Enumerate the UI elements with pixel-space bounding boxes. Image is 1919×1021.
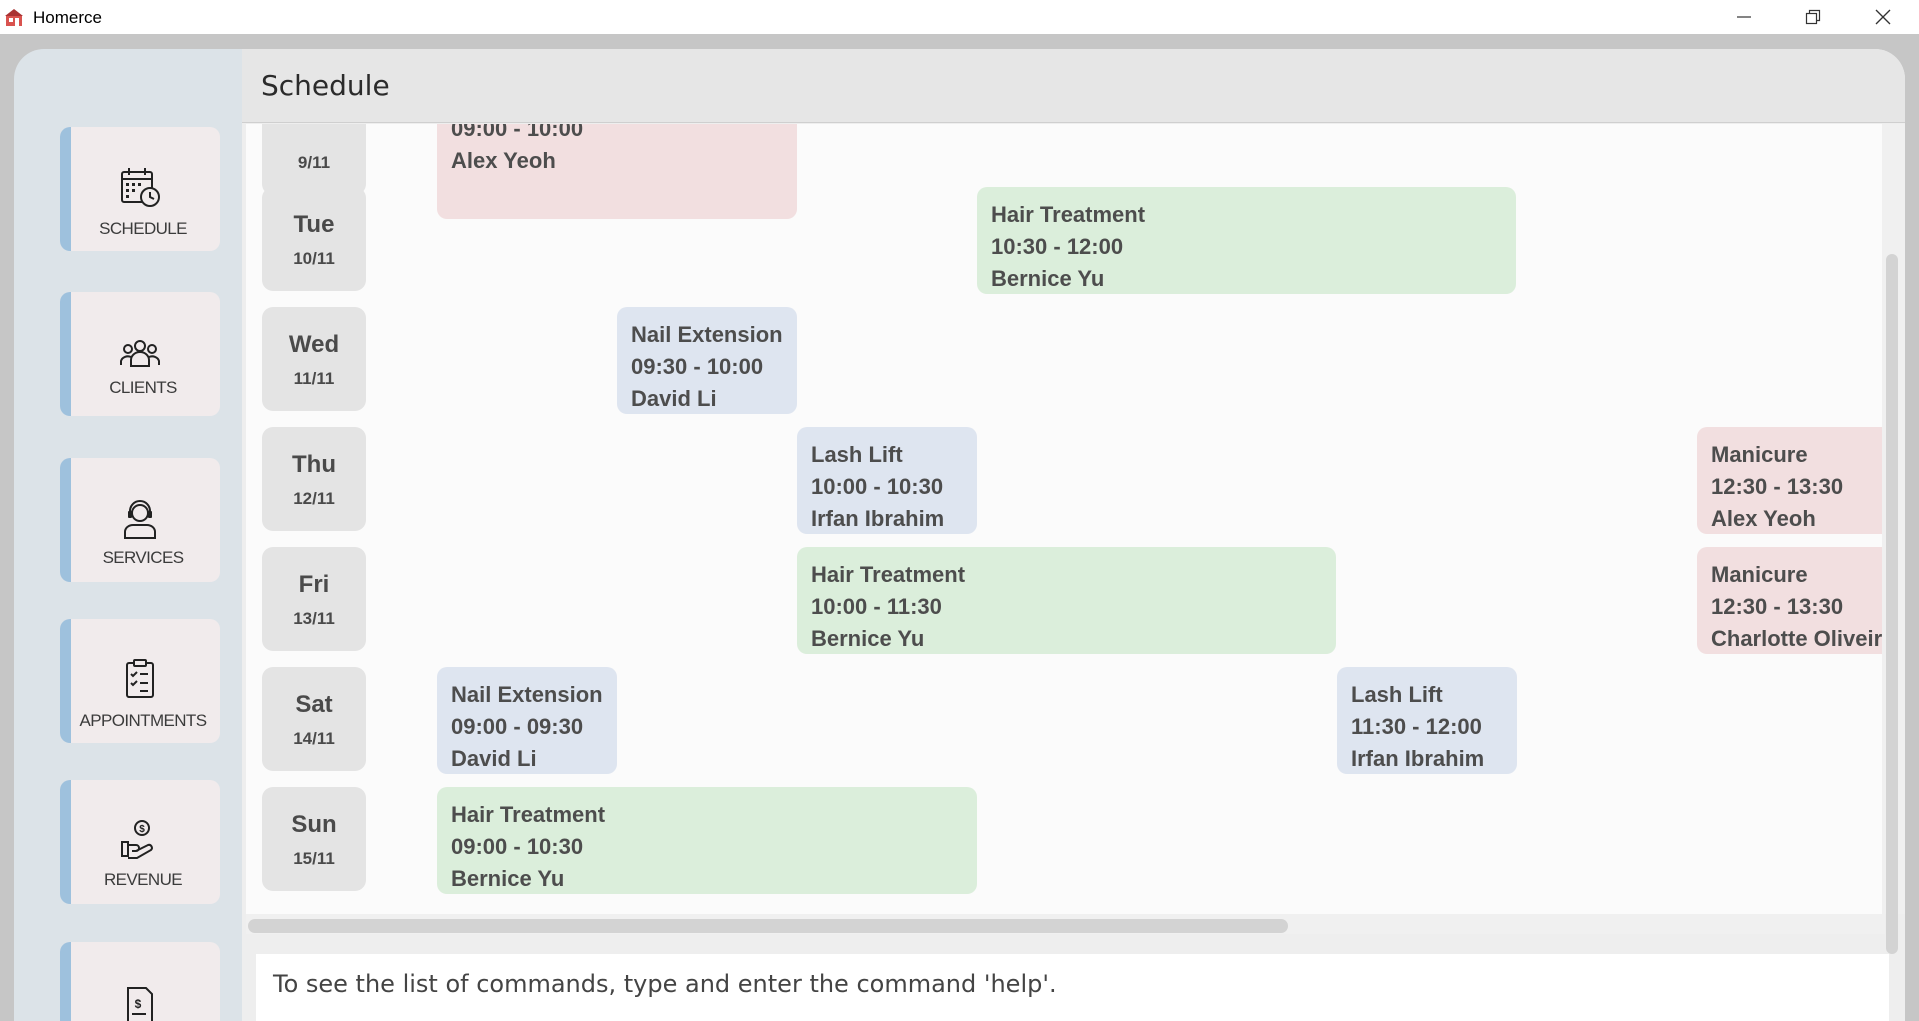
appointment-client: Bernice Yu [451, 866, 565, 891]
appointment-client: Alex Yeoh [1711, 506, 1816, 531]
schedule-grid[interactable]: 9/11 Tue 10/11 Wed 11/11 Thu 12/11 Fri 1… [246, 124, 1885, 914]
appointment-time: 09:00 - 09:30 [451, 714, 584, 739]
close-button[interactable] [1849, 0, 1917, 34]
close-icon [1875, 9, 1891, 25]
main-panel: Schedule 9/11 Tue 10/11 Wed 11/11 Thu 12… [242, 49, 1905, 1021]
appointment-client: Charlotte Oliveiro [1711, 626, 1885, 651]
nav-label: SCHEDULE [99, 219, 187, 238]
nav-clients-button[interactable]: CLIENTS [60, 292, 220, 416]
day-label: Sat 14/11 [262, 667, 366, 771]
appointment-time: 09:00 - 10:30 [451, 834, 584, 859]
appointment-service: Hair Treatment [991, 202, 1146, 227]
appointment-client: Irfan Ibrahim [1351, 746, 1485, 771]
nav-accent [60, 942, 71, 1021]
invoice-icon: $ [127, 987, 153, 1021]
appointment-client: Bernice Yu [811, 626, 925, 651]
nav-schedule-button[interactable]: SCHEDULE [60, 127, 220, 251]
result-display[interactable]: To see the list of commands, type and en… [256, 954, 1889, 1021]
day-date: 9/11 [297, 153, 331, 172]
appointment-client: David Li [451, 746, 537, 771]
appointment-service: Nail Extension [451, 682, 603, 707]
appointment-service: Lash Lift [1351, 682, 1443, 707]
appointment-card[interactable]: Nail Extension 09:00 - 09:30 David Li [437, 667, 617, 774]
day-name: Fri [298, 571, 330, 598]
nav-label: CLIENTS [109, 378, 177, 397]
page-title: Schedule [261, 69, 390, 102]
minimize-icon [1737, 16, 1751, 18]
appointment-time: 12:30 - 13:30 [1711, 594, 1844, 619]
appointment-service: Hair Treatment [451, 802, 606, 827]
appointment-card[interactable]: Manicure 12:30 - 13:30 Charlotte Oliveir… [1697, 547, 1885, 654]
appointment-service: Lash Lift [811, 442, 903, 467]
appointment-card[interactable]: Nail Extension 09:30 - 10:00 David Li [617, 307, 797, 414]
day-label: Fri 13/11 [262, 547, 366, 651]
appointment-client: Bernice Yu [991, 266, 1105, 291]
appointment-time: 09:00 - 10:00 [451, 124, 584, 141]
day-name: Sun [291, 811, 337, 838]
header: Schedule [242, 49, 1905, 123]
nav-label: APPOINTMENTS [79, 711, 208, 730]
day-label: 9/11 [262, 124, 366, 195]
result-text: To see the list of commands, type and en… [273, 970, 1057, 998]
hand-coin-icon: $ [121, 820, 153, 859]
day-name: Tue [293, 211, 335, 238]
appointment-time: 12:30 - 13:30 [1711, 474, 1844, 499]
appointment-card[interactable]: Lash Lift 11:30 - 12:00 Irfan Ibrahim [1337, 667, 1517, 774]
day-label: Thu 12/11 [262, 427, 366, 531]
appointment-client: Irfan Ibrahim [811, 506, 945, 531]
appointment-service: Nail Extension [631, 322, 783, 347]
appointment-service: Hair Treatment [811, 562, 966, 587]
restore-icon [1805, 9, 1821, 25]
appointment-time: 09:30 - 10:00 [631, 354, 764, 379]
appointment-service: Manicure [1711, 562, 1808, 587]
appointment-card[interactable]: Manicure 12:30 - 13:30 Alex Yeoh [1697, 427, 1885, 534]
day-date: 11/11 [293, 369, 335, 388]
appointment-card[interactable]: Hair Treatment 10:00 - 11:30 Bernice Yu [797, 547, 1336, 654]
nav-expenses-button[interactable]: $ [60, 942, 220, 1021]
appointment-time: 11:30 - 12:00 [1351, 714, 1482, 739]
restore-button[interactable] [1779, 0, 1847, 34]
svg-text:$: $ [135, 997, 142, 1011]
horizontal-scrollbar-thumb[interactable] [248, 919, 1288, 933]
day-name: Sat [295, 691, 333, 718]
day-name: Wed [288, 331, 340, 358]
nav-revenue-button[interactable]: $ REVENUE [60, 780, 220, 904]
appointment-service: Manicure [1711, 442, 1808, 467]
support-agent-icon [124, 500, 156, 539]
day-label: Tue 10/11 [262, 187, 366, 291]
day-date: 14/11 [293, 729, 335, 748]
day-name: Thu [292, 451, 336, 478]
day-date: 10/11 [293, 249, 335, 268]
app-logo-icon [5, 9, 23, 26]
sidebar: SCHEDULE CLIENTS SERVICES APPOINTMENTS $… [14, 49, 242, 1021]
clipboard-checklist-icon [126, 659, 154, 698]
svg-text:$: $ [139, 824, 145, 835]
appointment-time: 10:00 - 10:30 [811, 474, 944, 499]
appointment-time: 10:00 - 11:30 [811, 594, 942, 619]
appointment-client: David Li [631, 386, 717, 411]
minimize-button[interactable] [1710, 0, 1778, 34]
appointment-client: Alex Yeoh [451, 148, 556, 173]
appointment-card[interactable]: Hair Treatment 09:00 - 10:30 Bernice Yu [437, 787, 977, 894]
calendar-clock-icon [121, 168, 160, 207]
appointment-time: 10:30 - 12:00 [991, 234, 1124, 259]
nav-services-button[interactable]: SERVICES [60, 458, 220, 582]
day-label: Wed 11/11 [262, 307, 366, 411]
window-title: Homerce [33, 8, 102, 27]
day-label: Sun 15/11 [262, 787, 366, 891]
appointment-card[interactable]: Hair Treatment 10:30 - 12:00 Bernice Yu [977, 187, 1516, 294]
people-icon [120, 340, 160, 367]
day-date: 12/11 [293, 489, 335, 508]
appointment-card[interactable]: 09:00 - 10:00 Alex Yeoh [437, 124, 797, 219]
title-bar: Homerce [0, 0, 1919, 34]
appointment-card[interactable]: Lash Lift 10:00 - 10:30 Irfan Ibrahim [797, 427, 977, 534]
nav-appointments-button[interactable]: APPOINTMENTS [60, 619, 220, 743]
day-date: 15/11 [293, 849, 335, 868]
vertical-scrollbar-thumb[interactable] [1886, 254, 1898, 954]
nav-label: SERVICES [102, 548, 184, 567]
day-date: 13/11 [293, 609, 335, 628]
nav-label: REVENUE [104, 870, 183, 889]
